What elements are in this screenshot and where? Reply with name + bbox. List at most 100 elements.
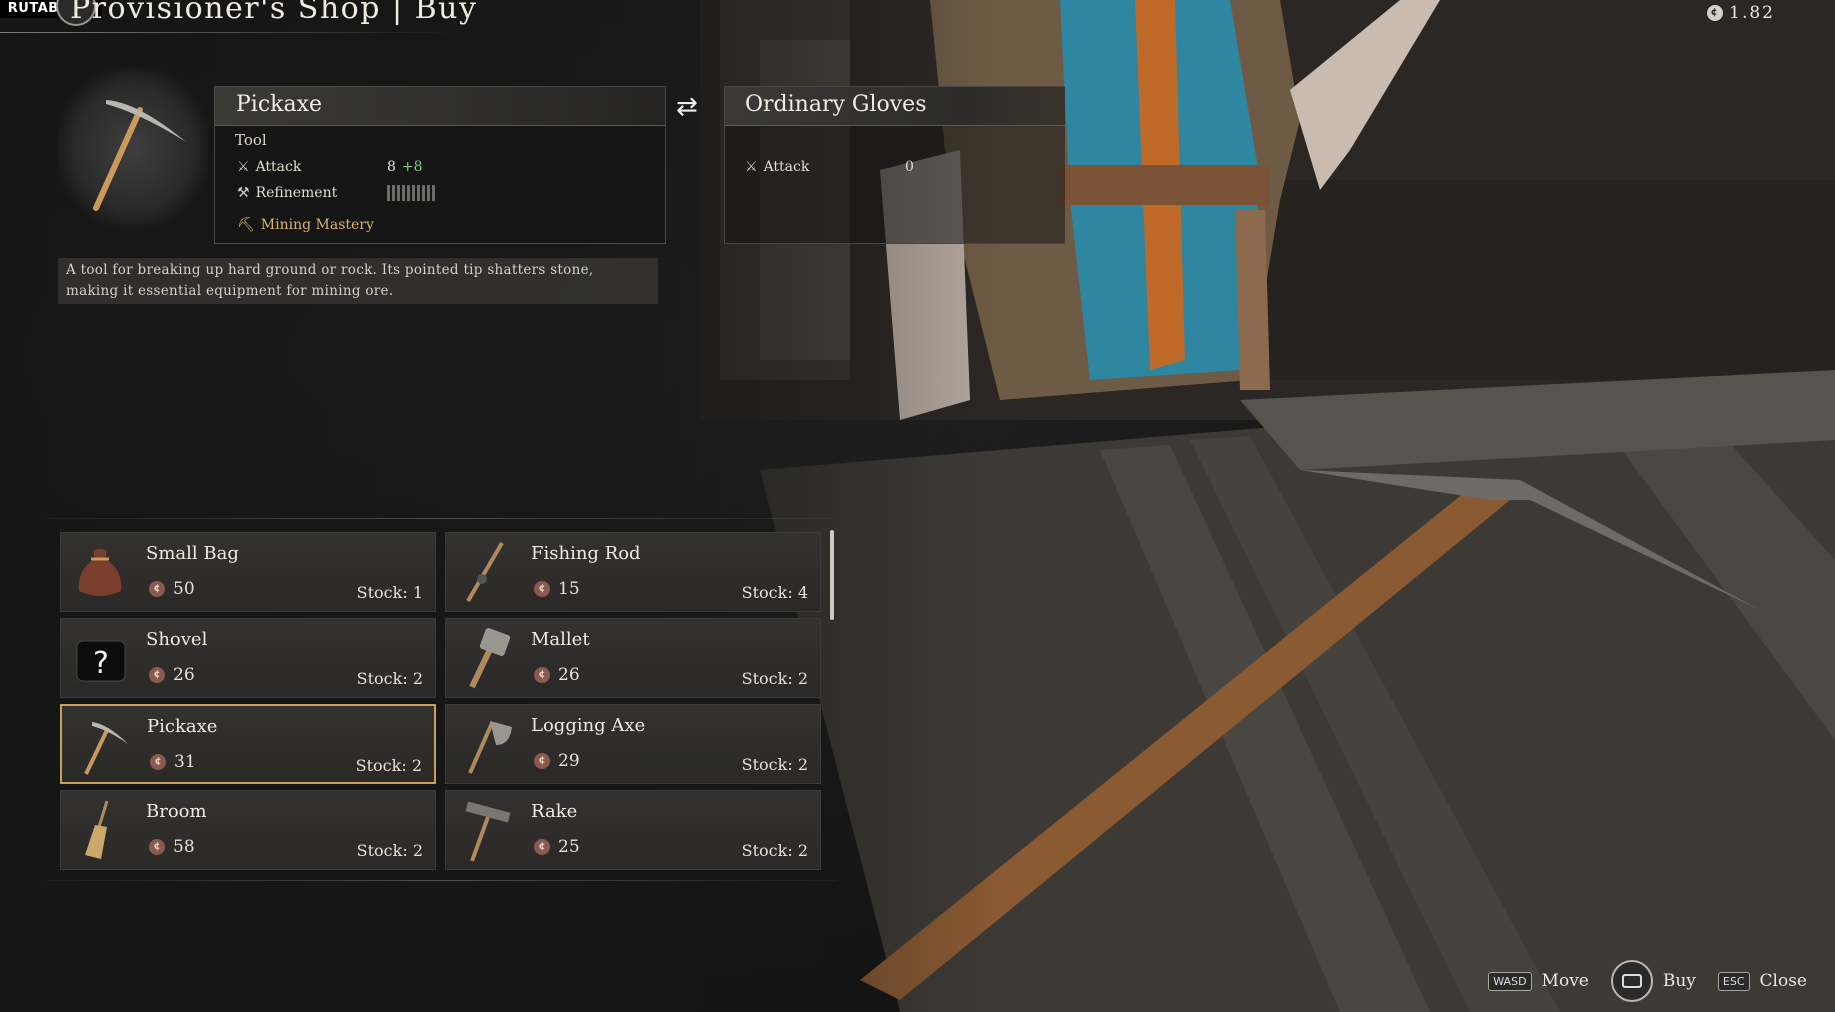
item-detail-panel: Pickaxe Tool ⚔ Attack 8 +8 ⚒ Refinement … (214, 86, 666, 244)
item-stock: Stock: 2 (356, 669, 423, 688)
svg-text:?: ? (93, 646, 109, 681)
move-hint: Move (1541, 971, 1589, 991)
shop-item-grid: Small Bag ¢ 50 Stock: 1 Fishing Rod ¢ 15 S… (60, 532, 824, 872)
control-hints: WASD Move Buy ESC Close (1488, 960, 1807, 1002)
item-name: Small Bag (146, 543, 239, 564)
mastery-label: Mining Mastery (260, 217, 374, 233)
item-price: ¢ 26 (149, 665, 195, 685)
item-name: Shovel (146, 629, 208, 650)
item-stock: Stock: 2 (741, 755, 808, 774)
shop-item-pickaxe[interactable]: Pickaxe ¢ 31 Stock: 2 (60, 704, 436, 784)
compare-attack-label: Attack (763, 159, 810, 175)
item-stock: Stock: 4 (741, 583, 808, 602)
pickaxe-icon (93, 100, 186, 211)
attack-value: 8 (387, 159, 396, 175)
mining-icon: ⛏ (237, 217, 255, 233)
coin-icon: ¢ (149, 839, 165, 855)
selected-item-thumbnail (58, 68, 208, 228)
item-price: ¢ 15 (534, 579, 580, 599)
mallet-icon (452, 625, 518, 691)
shop-item-mallet[interactable]: Mallet ¢ 26 Stock: 2 (445, 618, 821, 698)
coin-icon: ¢ (534, 667, 550, 683)
list-bottom-divider (46, 880, 836, 881)
description-line-2: making it essential equipment for mining… (66, 283, 394, 299)
pickaxe-icon (68, 712, 134, 778)
price-value: 29 (558, 751, 580, 771)
compare-item-name: Ordinary Gloves (745, 92, 927, 117)
shop-item-broom[interactable]: Broom ¢ 58 Stock: 2 (60, 790, 436, 870)
broom-icon (67, 797, 133, 863)
coin-icon: ¢ (534, 581, 550, 597)
item-stock: Stock: 1 (356, 583, 423, 602)
compare-header: Ordinary Gloves (725, 87, 1065, 126)
close-hint[interactable]: Close (1760, 971, 1807, 991)
item-price: ¢ 26 (534, 665, 580, 685)
attack-label: Attack (255, 159, 302, 175)
item-stock: Stock: 2 (741, 841, 808, 860)
rake-icon (452, 797, 518, 863)
list-scrollbar[interactable] (830, 530, 834, 620)
currency-value: 1.82 (1729, 3, 1775, 23)
list-top-divider (46, 518, 836, 519)
price-value: 25 (558, 837, 580, 857)
description-line-1: A tool for breaking up hard ground or ro… (66, 262, 594, 278)
item-name: Logging Axe (531, 715, 646, 736)
item-price: ¢ 29 (534, 751, 580, 771)
buy-button-icon[interactable] (1610, 960, 1653, 1002)
item-name: Fishing Rod (531, 543, 641, 564)
shop-item-fishing-rod[interactable]: Fishing Rod ¢ 15 Stock: 4 (445, 532, 821, 612)
attack-bonus: +8 (401, 159, 423, 175)
swap-arrows-icon: ⇄ (676, 92, 698, 122)
item-price: ¢ 50 (149, 579, 195, 599)
price-value: 26 (173, 665, 195, 685)
price-value: 15 (558, 579, 580, 599)
item-name: Pickaxe (147, 716, 218, 737)
mastery-row: ⛏ Mining Mastery (237, 217, 374, 233)
shop-item-small-bag[interactable]: Small Bag ¢ 50 Stock: 1 (60, 532, 436, 612)
compare-attack-value: 0 (905, 159, 914, 175)
shop-item-logging-axe[interactable]: Logging Axe ¢ 29 Stock: 2 (445, 704, 821, 784)
refinement-label: Refinement (255, 185, 338, 201)
title-divider (0, 32, 460, 33)
refinement-stat: ⚒ Refinement (237, 185, 435, 201)
price-value: 50 (173, 579, 195, 599)
coin-icon: ¢ (150, 754, 166, 770)
page-title: Provisioner's Shop | Buy (70, 0, 478, 26)
coin-icon: ¢ (1707, 5, 1724, 21)
item-type: Tool (235, 131, 267, 149)
axe-icon (452, 711, 518, 777)
coin-icon: ¢ (149, 667, 165, 683)
sword-icon: ⚔ (745, 159, 758, 175)
coin-icon: ¢ (149, 581, 165, 597)
item-price: ¢ 25 (534, 837, 580, 857)
item-price: ¢ 58 (149, 837, 195, 857)
item-detail-header: Pickaxe (215, 87, 665, 126)
item-name: Broom (146, 801, 207, 822)
unknown-item-icon: ? (67, 625, 133, 691)
price-value: 31 (174, 752, 196, 772)
compare-panel: Ordinary Gloves ⚔ Attack 0 (724, 86, 1065, 244)
anvil-icon: ⚒ (237, 185, 250, 201)
fishing-rod-icon (452, 539, 518, 605)
coin-icon: ¢ (534, 839, 550, 855)
small-bag-icon (67, 539, 133, 605)
price-value: 58 (173, 837, 195, 857)
shop-item-shovel[interactable]: ? Shovel ¢ 26 Stock: 2 (60, 618, 436, 698)
item-name: Pickaxe (236, 92, 323, 117)
compare-attack-stat: ⚔ Attack 0 (745, 159, 914, 175)
currency-display: ¢ 1.82 (1707, 0, 1775, 26)
sword-icon: ⚔ (237, 159, 250, 175)
item-stock: Stock: 2 (356, 841, 423, 860)
coin-icon: ¢ (534, 753, 550, 769)
item-stock: Stock: 2 (741, 669, 808, 688)
item-price: ¢ 31 (150, 752, 196, 772)
item-stock: Stock: 2 (355, 756, 422, 775)
item-name: Rake (531, 801, 578, 822)
attack-stat: ⚔ Attack 8 +8 (237, 159, 423, 175)
buy-hint[interactable]: Buy (1663, 971, 1696, 991)
shop-item-rake[interactable]: Rake ¢ 25 Stock: 2 (445, 790, 821, 870)
item-name: Mallet (531, 629, 590, 650)
item-description: A tool for breaking up hard ground or ro… (58, 258, 658, 304)
price-value: 26 (558, 665, 580, 685)
wasd-key-icon: WASD (1488, 971, 1532, 991)
